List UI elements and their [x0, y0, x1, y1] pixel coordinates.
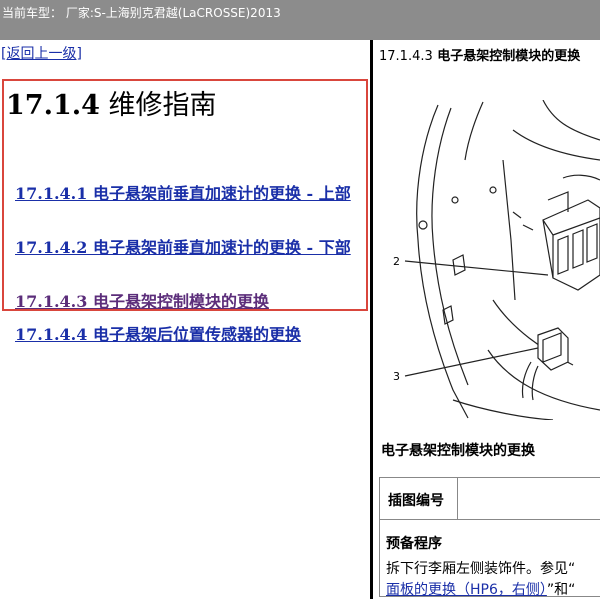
- panel-replacement-link[interactable]: 面板的更换（HP6，右侧）: [386, 582, 547, 598]
- document-heading: 17.1.4.3 电子悬架控制模块的更换: [379, 45, 580, 64]
- left-nav-pane: [返回上一级] 17.1.4 维修指南 17.1.4.1 电子悬架前垂直加速计的…: [0, 40, 370, 599]
- link-front-accelerometer-lower[interactable]: 17.1.4.2 电子悬架前垂直加速计的更换 - 下部: [4, 238, 366, 258]
- section-heading: 电子悬架控制模块的更换: [381, 443, 535, 459]
- back-link[interactable]: [返回上一级]: [1, 43, 82, 63]
- vehicle-model-bar: 当前车型： 厂家:S-上海别克君越(LaCROSSE)2013: [0, 0, 600, 40]
- document-pane: 17.1.4.3 电子悬架控制模块的更换 2 3 电子悬架控制模块的更换 插图编…: [373, 40, 600, 599]
- table-header-illustration-number: 插图编号: [380, 478, 458, 520]
- document-heading-text: 电子悬架控制模块的更换: [432, 49, 581, 64]
- table-header-divider: [458, 519, 600, 520]
- preliminary-procedure-label: 预备程序: [386, 536, 442, 552]
- page-title: 17.1.4 维修指南: [6, 83, 217, 122]
- preliminary-procedure-text: 拆下行李厢左侧装饰件。参见“: [386, 561, 576, 577]
- callout-2: 2: [393, 255, 400, 268]
- link-control-module[interactable]: 17.1.4.3 电子悬架控制模块的更换: [4, 292, 366, 312]
- callout-3: 3: [393, 370, 400, 383]
- control-module-illustration: 2 3: [393, 100, 600, 420]
- page-title-number: 17.1.4: [6, 90, 100, 121]
- repair-guide-box: 17.1.4 维修指南 17.1.4.1 电子悬架前垂直加速计的更换 - 上部 …: [2, 79, 368, 344]
- procedure-table: 插图编号 预备程序 拆下行李厢左侧装饰件。参见“ 面板的更换（HP6，右侧）”和…: [379, 477, 600, 599]
- vehicle-model-text: 当前车型： 厂家:S-上海别克君越(LaCROSSE)2013: [2, 6, 281, 20]
- link-rear-position-sensor[interactable]: 17.1.4.4 电子悬架后位置传感器的更换: [4, 325, 366, 345]
- link-front-accelerometer-upper[interactable]: 17.1.4.1 电子悬架前垂直加速计的更换 - 上部: [4, 184, 366, 204]
- document-heading-number: 17.1.4.3: [379, 49, 433, 64]
- page-title-text: 维修指南: [99, 90, 217, 121]
- preliminary-procedure-link-line: 面板的更换（HP6，右侧）”和“: [386, 579, 575, 599]
- preliminary-procedure-suffix: ”和“: [546, 582, 576, 598]
